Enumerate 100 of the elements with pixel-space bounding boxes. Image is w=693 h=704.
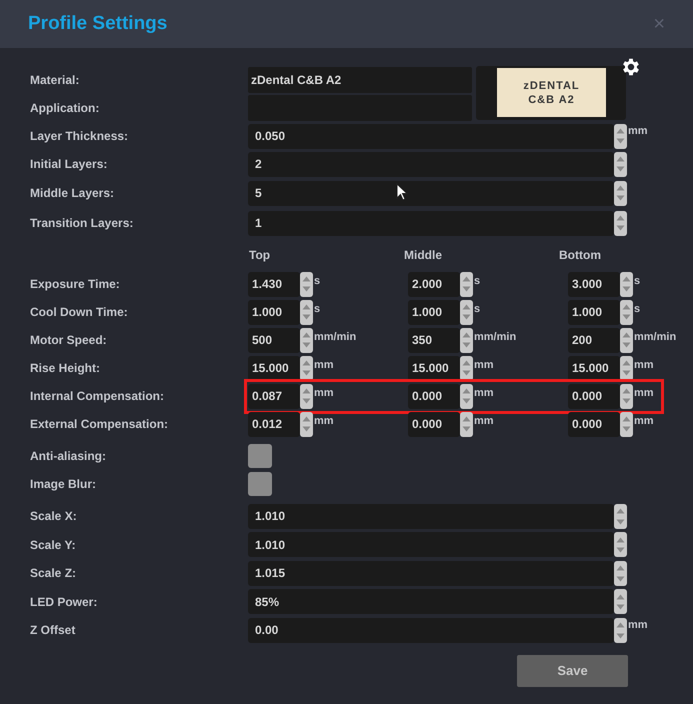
spin-buttons[interactable]: [620, 272, 633, 296]
input-field[interactable]: 15.000: [568, 356, 620, 380]
field-label: Rise Height:: [30, 360, 102, 377]
spin-buttons[interactable]: [614, 504, 627, 529]
spin-buttons[interactable]: [614, 532, 627, 558]
field-label: Z Offset: [30, 622, 76, 640]
checkbox[interactable]: [248, 444, 272, 468]
unit-label: mm: [313, 414, 334, 428]
field-label: Image Blur:: [30, 476, 98, 493]
spin-buttons[interactable]: [460, 328, 473, 352]
unit-label: mm: [627, 124, 648, 139]
field-label: Scale Z:: [30, 565, 78, 582]
unit-label: mm: [627, 618, 648, 633]
unit-label: mm: [633, 414, 654, 428]
unit-label: mm: [313, 358, 334, 372]
input-field[interactable]: 0.012: [248, 412, 300, 436]
input-field[interactable]: 0.00: [248, 618, 614, 643]
column-header: Top: [248, 247, 272, 264]
spin-buttons[interactable]: [300, 384, 313, 408]
input-field[interactable]: 0.000: [568, 412, 620, 436]
input-field[interactable]: 15.000: [248, 356, 300, 380]
input-field[interactable]: 1.000: [408, 300, 460, 324]
input-field[interactable]: 15.000: [408, 356, 460, 380]
spin-buttons[interactable]: [460, 384, 473, 408]
input-field[interactable]: 0.000: [408, 412, 460, 436]
field-label: Middle Layers:: [30, 185, 116, 202]
spin-buttons[interactable]: [614, 124, 627, 148]
unit-label: s: [313, 302, 320, 316]
spin-buttons[interactable]: [300, 300, 313, 324]
spin-buttons[interactable]: [300, 328, 313, 352]
field-label: Application:: [30, 100, 100, 117]
spin-buttons[interactable]: [300, 272, 313, 296]
field-label: Transition Layers:: [30, 215, 134, 232]
unit-label: mm: [633, 386, 654, 400]
unit-label: s: [473, 274, 480, 288]
field-label: Scale X:: [30, 508, 78, 526]
input-field[interactable]: 1.000: [568, 300, 620, 324]
spin-buttons[interactable]: [614, 152, 627, 176]
input-field[interactable]: 0.000: [568, 384, 620, 408]
spin-buttons[interactable]: [460, 300, 473, 324]
spin-buttons[interactable]: [614, 560, 627, 586]
unit-label: mm: [633, 358, 654, 372]
cursor-icon: [396, 183, 408, 201]
unit-label: mm: [473, 414, 494, 428]
input-field[interactable]: zDental C&B A2: [248, 67, 472, 93]
spin-buttons[interactable]: [620, 328, 633, 352]
window-title: Profile Settings: [28, 12, 168, 36]
spin-buttons[interactable]: [614, 210, 627, 236]
field-label: Anti-aliasing:: [30, 448, 108, 465]
unit-label: s: [313, 274, 320, 288]
input-field[interactable]: 0.087: [248, 384, 300, 408]
field-label: Material:: [30, 72, 80, 89]
field-label: Exposure Time:: [30, 276, 121, 293]
spin-buttons[interactable]: [620, 384, 633, 408]
save-button[interactable]: Save: [517, 654, 628, 686]
unit-label: mm: [473, 386, 494, 400]
field-label: LED Power:: [30, 594, 98, 611]
unit-label: mm/min: [473, 330, 516, 344]
spin-buttons[interactable]: [614, 180, 627, 206]
input-field[interactable]: 3.000: [568, 272, 620, 296]
label-text: C&B A2: [528, 92, 575, 106]
input-field[interactable]: 1.015: [248, 560, 614, 586]
unit-label: mm: [473, 358, 494, 372]
field-label: External Compensation:: [30, 416, 170, 433]
checkbox[interactable]: [248, 472, 272, 496]
spin-buttons[interactable]: [460, 356, 473, 380]
column-header: Bottom: [558, 247, 602, 264]
settings-icon[interactable]: [620, 56, 642, 78]
unit-label: s: [633, 274, 640, 288]
input-field[interactable]: 1.010: [248, 532, 614, 558]
unit-label: mm/min: [313, 330, 356, 344]
input-field[interactable]: 350: [408, 328, 460, 352]
input-field[interactable]: 1: [248, 210, 614, 236]
input-field[interactable]: 5: [248, 180, 614, 206]
column-header: Middle: [403, 247, 443, 264]
input-field[interactable]: 1.430: [248, 272, 300, 296]
input-field[interactable]: 0.050: [248, 124, 614, 148]
field-label: Layer Thickness:: [30, 128, 130, 145]
spin-buttons[interactable]: [300, 356, 313, 380]
spin-buttons[interactable]: [614, 589, 627, 614]
unit-label: s: [473, 302, 480, 316]
unit-label: mm/min: [633, 330, 676, 344]
unit-label: mm: [313, 386, 334, 400]
spin-buttons[interactable]: [460, 272, 473, 296]
spin-buttons[interactable]: [620, 300, 633, 324]
spin-buttons[interactable]: [620, 356, 633, 380]
input-field[interactable]: 1.010: [248, 504, 614, 529]
input-field[interactable]: 0.000: [408, 384, 460, 408]
input-field[interactable]: 2: [248, 152, 614, 176]
field-label: Cool Down Time:: [30, 304, 129, 321]
input-field[interactable]: 85%: [248, 589, 614, 614]
field-label: Internal Compensation:: [30, 388, 166, 405]
input-field[interactable]: 500: [248, 328, 300, 352]
input-field[interactable]: 200: [568, 328, 620, 352]
input-field[interactable]: 1.000: [248, 300, 300, 324]
input-field[interactable]: 2.000: [408, 272, 460, 296]
spin-buttons[interactable]: [614, 618, 627, 643]
field-label: Initial Layers:: [30, 156, 108, 173]
label-text: zDENTAL: [523, 78, 580, 92]
unit-label: s: [633, 302, 640, 316]
